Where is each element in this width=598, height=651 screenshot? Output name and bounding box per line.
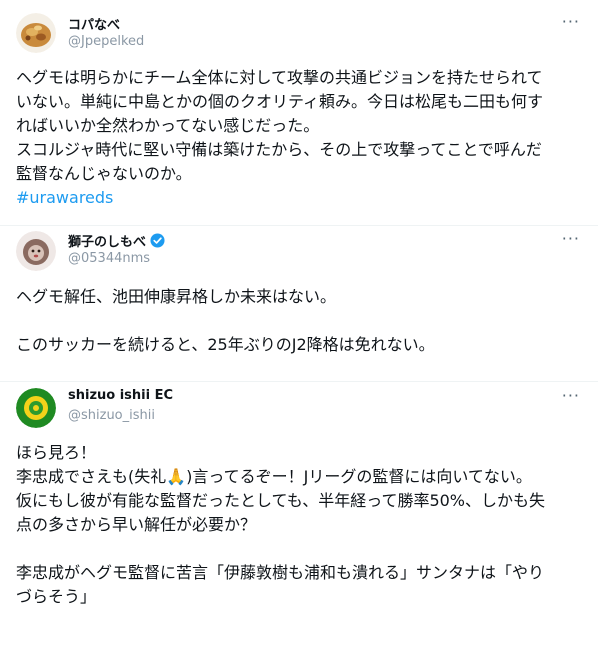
post-text-line: ほら見ろ！ <box>16 443 97 462</box>
avatar[interactable] <box>16 231 56 271</box>
post-text: ほら見ろ！ 李忠成でさえも(失礼🙏)言ってるぞー！Jリーグの監督には向いてない。… <box>16 441 582 609</box>
post-text: ヘグモは明らかにチーム全体に対して攻撃の共通ビジョンを持たせられて いない。単純… <box>16 66 582 210</box>
more-options-icon[interactable]: ··· <box>562 231 580 247</box>
avatar[interactable] <box>16 13 56 53</box>
post-text-line: 李忠成がヘグモ監督に苦言「伊藤敦樹も浦和も潰れる」サンタナは「やり <box>16 563 545 582</box>
post-text-line: ればいいか全然わかってない感じだった。 <box>16 116 320 135</box>
author-name-text: 獅子のしもべ <box>68 235 147 250</box>
post-text-line: スコルジャ時代に堅い守備は築けたから、その上で攻撃ってことで呼んだ <box>16 140 542 159</box>
lion-mascot-icon <box>16 231 56 271</box>
post-text: ヘグモ解任、池田伸康昇格しか未来はない。 このサッカーを続けると、25年ぶりのJ… <box>16 285 582 357</box>
post: コパなべ @Jpepelked ··· ヘグモは明らかにチーム全体に対して攻撃の… <box>0 0 598 225</box>
post-text-line: このサッカーを続けると、25年ぶりのJ2降格は免れない。 <box>16 335 435 354</box>
author-handle[interactable]: @shizuo_ishii <box>68 408 155 423</box>
author-handle[interactable]: @Jpepelked <box>68 34 144 49</box>
verified-badge-icon[interactable] <box>150 233 165 248</box>
post-text-line: ヘグモ解任、池田伸康昇格しか未来はない。 <box>16 287 337 306</box>
post: 獅子のしもべ @05344nms ··· ヘグモ解任、池田伸康昇格しか未来はない… <box>0 225 598 381</box>
author-name[interactable]: shizuo ishii EC <box>68 388 173 403</box>
post-text-line: 監督なんじゃないのか。 <box>16 164 192 183</box>
post-text-line: づらそう」 <box>16 587 97 606</box>
post-text-line: 李忠成でさえも(失礼🙏)言ってるぞー！Jリーグの監督には向いてない。 <box>16 467 532 486</box>
more-options-icon[interactable]: ··· <box>562 14 580 30</box>
author-name[interactable]: コパなべ <box>68 14 120 33</box>
post-text-line: 仮にもし彼が有能な監督だったとしても、半年経って勝率50%、しかも失 <box>16 491 546 510</box>
post-text-line <box>16 537 582 561</box>
author-name[interactable]: 獅子のしもべ <box>68 231 165 250</box>
avatar[interactable] <box>16 388 56 428</box>
post-text-line: 点の多さから早い解任が必要か？ <box>16 515 257 534</box>
post-text-line: ヘグモは明らかにチーム全体に対して攻撃の共通ビジョンを持たせられて <box>16 68 543 87</box>
post-text-line <box>16 309 582 333</box>
hashtag-link[interactable]: #urawareds <box>16 186 582 210</box>
post-text-line: いない。単純に中島とかの個のクオリティ頼み。今日は松尾も二田も何す <box>16 92 544 111</box>
food-photo-icon <box>16 13 56 53</box>
more-options-icon[interactable]: ··· <box>562 388 580 404</box>
author-handle[interactable]: @05344nms <box>68 251 150 266</box>
green-logo-icon <box>16 388 56 428</box>
post: shizuo ishii EC @shizuo_ishii ··· ほら見ろ！ … <box>0 381 598 651</box>
